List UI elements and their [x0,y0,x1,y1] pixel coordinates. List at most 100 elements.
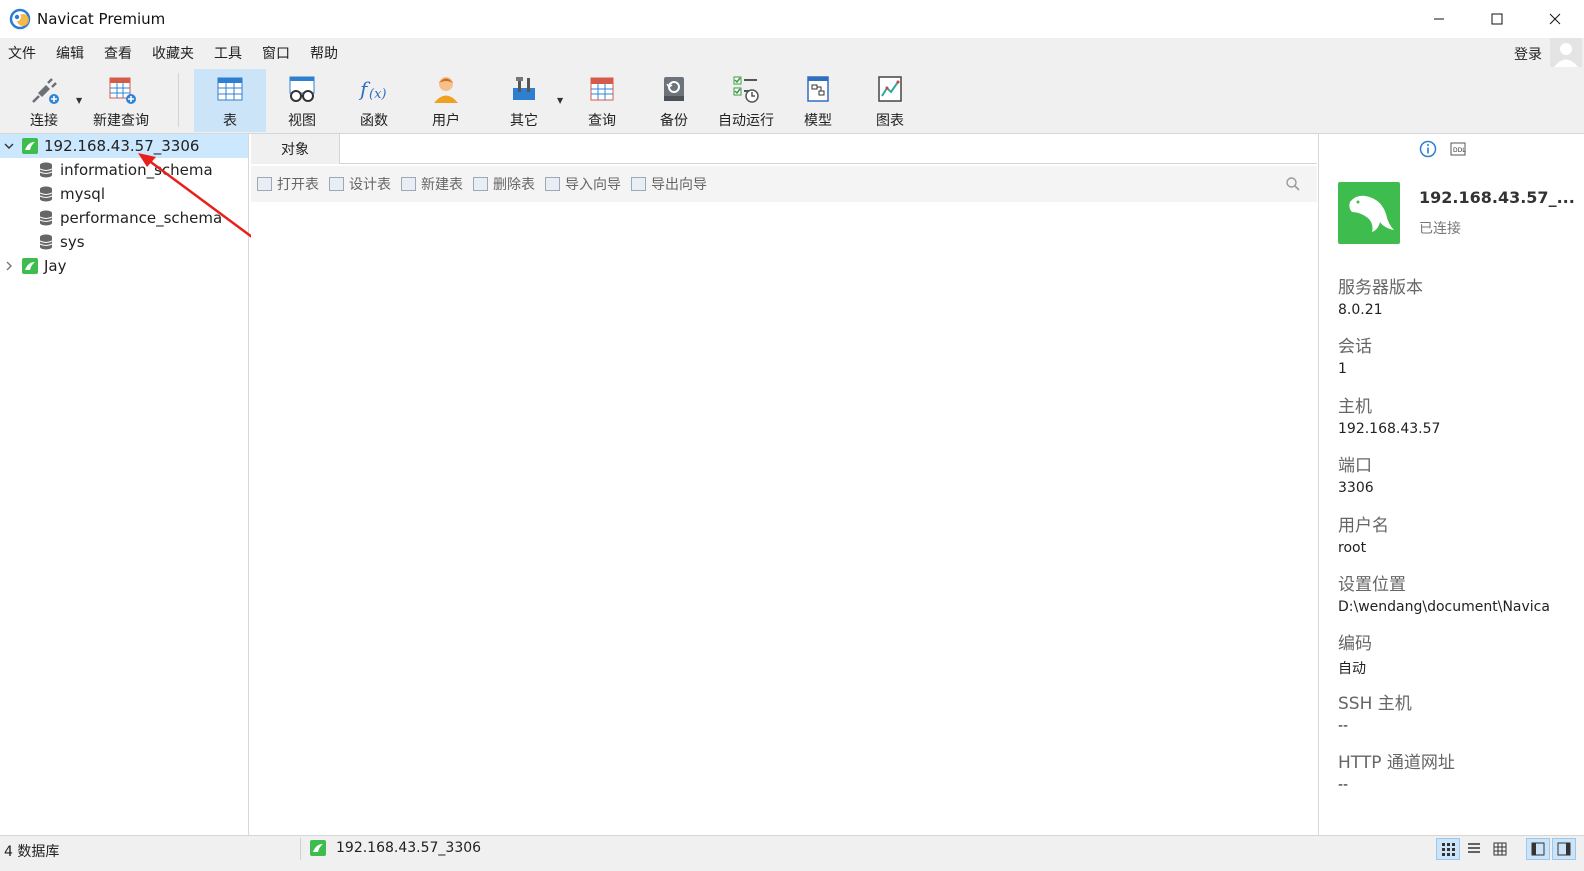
view-button[interactable]: 视图 [272,69,332,132]
menu-favorites[interactable]: 收藏夹 [142,43,204,63]
other-label: 其它 [510,113,538,129]
chevron-down-icon[interactable] [2,139,16,153]
connection-label: Jay [44,257,67,275]
auto-run-button[interactable]: 自动运行 [712,69,780,132]
model-button[interactable]: 模型 [788,69,848,132]
menu-edit[interactable]: 编辑 [46,43,94,63]
menu-tools[interactable]: 工具 [204,43,252,63]
close-button[interactable] [1526,0,1584,38]
function-button[interactable]: f (x) 函数 [344,69,404,132]
model-label: 模型 [804,113,832,129]
mysql-connection-icon [22,258,38,274]
info-field: SSH 主机 -- [1338,689,1578,734]
open-table-icon [257,177,272,191]
detail-view-icon [1493,842,1507,856]
toggle-left-panel-button[interactable] [1526,838,1550,860]
user-button[interactable]: 用户 [416,69,476,132]
menu-help[interactable]: 帮助 [300,43,348,63]
other-dropdown-icon[interactable]: ▼ [557,96,563,105]
info-field-value: -- [1338,777,1349,793]
tree-database-row[interactable]: information_schema [0,158,248,182]
backup-label: 备份 [660,113,688,129]
connect-button[interactable]: 连接 [18,69,70,132]
new-table-button[interactable]: 新建表 [401,174,463,194]
delete-table-button[interactable]: 删除表 [473,174,535,194]
database-label: information_schema [60,161,213,179]
info-field-value: 1 [1338,361,1347,377]
info-tab-ddl[interactable]: DDL [1449,140,1467,158]
detail-view-button[interactable] [1488,838,1512,860]
info-field-label: 编码 [1338,634,1372,654]
menu-file[interactable]: 文件 [0,43,46,63]
status-db-count: 4 数据库 [4,844,60,860]
menu-view[interactable]: 查看 [94,43,142,63]
model-icon [802,72,834,106]
info-field-label: HTTP 通道网址 [1338,753,1455,773]
other-button[interactable]: 其它 [494,69,554,132]
user-icon [430,72,462,106]
user-label: 用户 [432,113,460,129]
design-table-label: 设计表 [349,177,391,193]
info-field: HTTP 通道网址 -- [1338,748,1578,793]
info-field-label: 会话 [1338,337,1372,357]
object-toolbar: 打开表 设计表 新建表 删除表 导入向导 导出向导 [251,166,1317,202]
toggle-right-panel-button[interactable] [1552,838,1576,860]
navicat-logo-icon [9,8,31,30]
maximize-button[interactable] [1468,0,1526,38]
title-bar: Navicat Premium [0,0,1584,38]
import-wizard-button[interactable]: 导入向导 [545,174,621,194]
database-label: sys [60,233,85,251]
connection-label: 192.168.43.57_3306 [44,137,200,155]
tree-connection-row[interactable]: Jay [0,254,248,278]
user-avatar-icon [1554,43,1578,67]
tab-strip-area [339,134,1317,164]
open-table-button[interactable]: 打开表 [257,174,319,194]
design-table-icon [329,177,344,191]
tab-objects[interactable]: 对象 [251,134,339,164]
info-field: 服务器版本 8.0.21 [1338,273,1578,318]
table-icon [214,72,246,106]
chart-button[interactable]: 图表 [860,69,920,132]
auto-run-checklist-icon [730,72,762,106]
avatar[interactable] [1550,38,1582,67]
tree-connection-row[interactable]: 192.168.43.57_3306 [0,134,248,158]
backup-button[interactable]: 备份 [644,69,704,132]
status-connection: 192.168.43.57_3306 [336,840,482,856]
info-field-value: root [1338,540,1367,556]
connect-dropdown-icon[interactable]: ▼ [76,96,82,105]
chart-icon [874,72,906,106]
svg-text:(x): (x) [369,87,386,102]
design-table-button[interactable]: 设计表 [329,174,391,194]
delete-table-icon [473,177,488,191]
minimize-button[interactable] [1410,0,1468,38]
search-icon[interactable] [1285,176,1301,192]
table-button[interactable]: 表 [194,69,266,132]
login-link[interactable]: 登录 [1514,44,1542,64]
svg-text:DDL: DDL [1453,147,1466,154]
chevron-right-icon[interactable] [2,259,16,273]
object-list-area[interactable] [251,202,1317,835]
info-tab-general[interactable] [1419,140,1437,158]
export-wizard-button[interactable]: 导出向导 [631,174,707,194]
object-tab-bar: 对象 [251,134,1317,164]
tree-database-row[interactable]: sys [0,230,248,254]
grid-view-button[interactable] [1436,838,1460,860]
tree-database-row[interactable]: performance_schema [0,206,248,230]
query-button[interactable]: 查询 [572,69,632,132]
info-field-label: 服务器版本 [1338,278,1423,298]
mysql-connection-icon [310,840,326,856]
ddl-icon: DDL [1450,142,1466,156]
connection-tree: 192.168.43.57_3306 information_schema my… [0,134,249,835]
status-divider [300,838,301,860]
tree-database-row[interactable]: mysql [0,182,248,206]
import-wizard-icon [545,177,560,191]
toolbar-divider [178,73,179,127]
menu-window[interactable]: 窗口 [252,43,300,63]
grid-view-icon [1442,843,1455,856]
database-label: performance_schema [60,209,223,227]
info-field: 编码 自动 [1338,629,1578,678]
export-wizard-label: 导出向导 [651,177,707,193]
list-view-button[interactable] [1462,838,1486,860]
new-query-button[interactable]: 新建查询 [88,69,154,132]
new-table-icon [401,177,416,191]
